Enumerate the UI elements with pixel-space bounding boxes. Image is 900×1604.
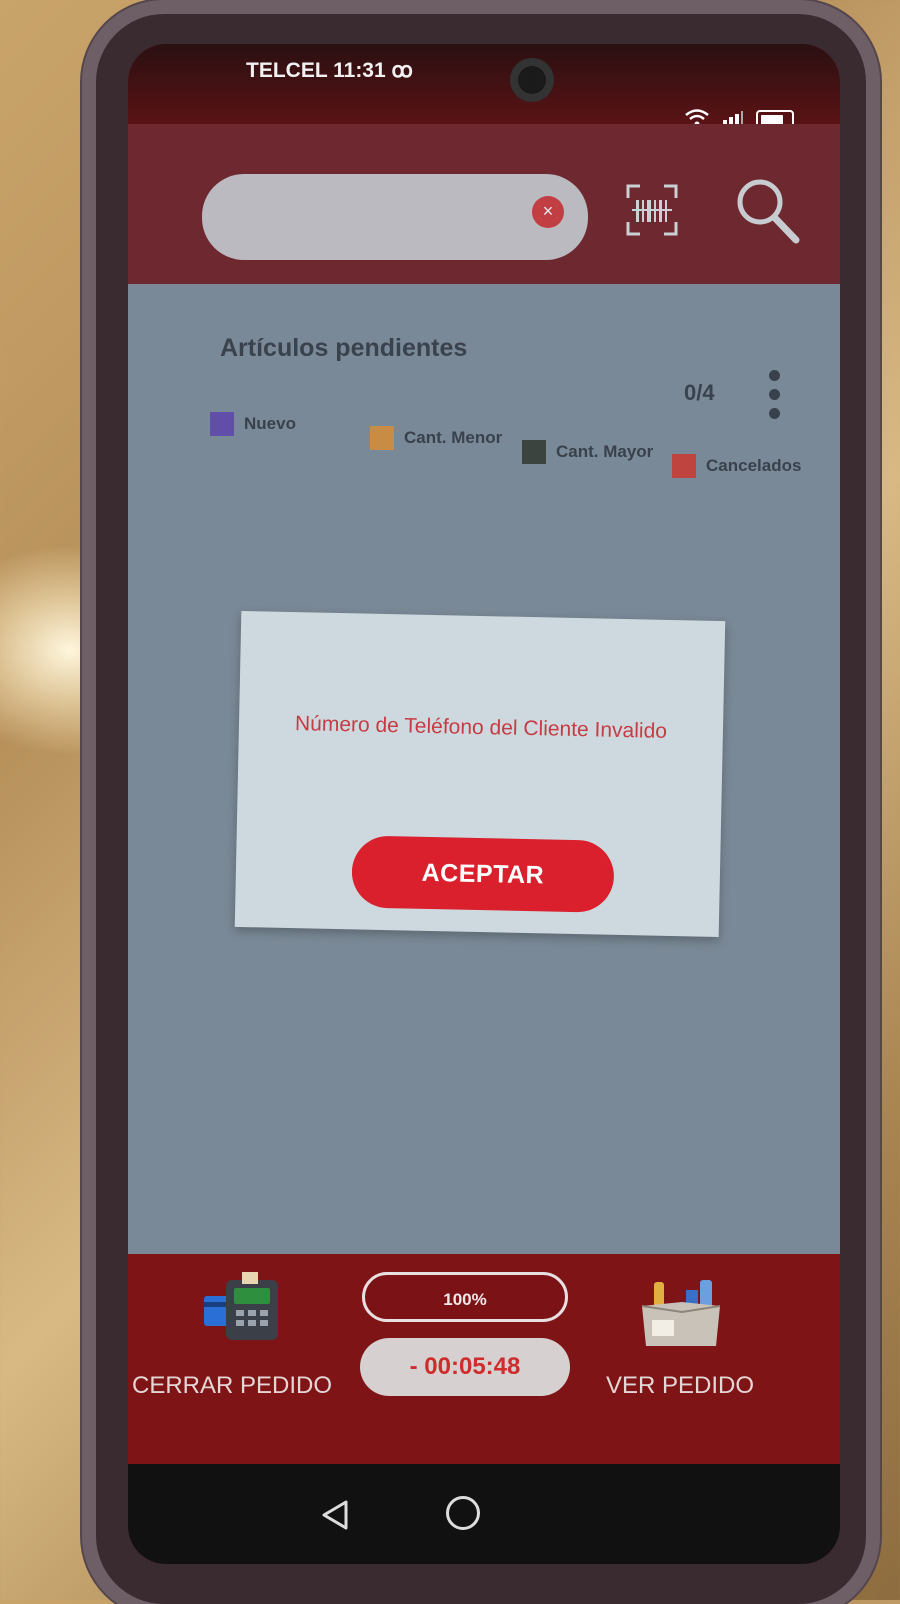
close-order-button[interactable]: CERRAR PEDIDO <box>132 1372 332 1400</box>
bottom-action-bar: CERRAR PEDIDO 100% - 00:05:48 VER PEDIDO <box>128 1254 840 1464</box>
front-camera <box>510 58 554 102</box>
card-terminal-icon[interactable] <box>202 1272 282 1342</box>
grocery-box-icon[interactable] <box>638 1276 724 1352</box>
system-nav-bar <box>128 1464 840 1564</box>
alert-dialog: Número de Teléfono del Cliente Invalido … <box>234 610 726 938</box>
back-icon[interactable] <box>318 1498 352 1532</box>
app-screen: TELCEL 11:31 ꝏ × Artículos pendientes 0/… <box>128 44 840 1564</box>
view-order-button[interactable]: VER PEDIDO <box>606 1372 754 1400</box>
progress-indicator: 100% <box>362 1272 568 1322</box>
dialog-message: Número de Teléfono del Cliente Invalido <box>294 712 668 743</box>
order-timer: - 00:05:48 <box>360 1338 570 1396</box>
home-icon[interactable] <box>446 1496 480 1530</box>
accept-button[interactable]: ACEPTAR <box>351 835 615 913</box>
carrier-time: TELCEL 11:31 ꝏ <box>246 59 413 82</box>
